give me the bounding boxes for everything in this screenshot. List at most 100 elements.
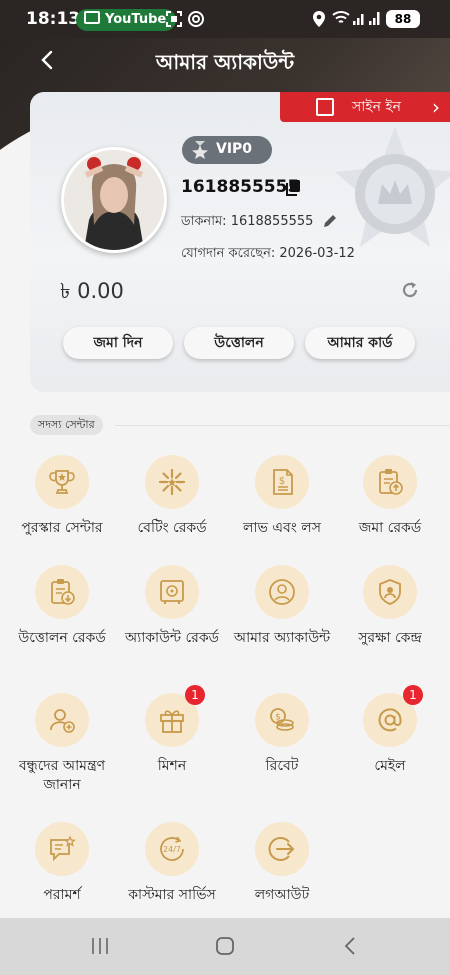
icon-circle	[35, 822, 89, 876]
nickname-label: ডাকনাম: 1618855555	[181, 214, 314, 229]
profile-card: VIP0 1618855555 ডাকনাম: 1618855555 যোগদা…	[30, 92, 450, 392]
page-title: আমার অ্যাকাউন্ট	[155, 50, 295, 74]
menu-label: মিশন	[157, 758, 187, 774]
menu-label: উত্তোলন রেকর্ড	[18, 630, 106, 646]
menu-item-security-center[interactable]: সুরক্ষা কেন্দ্র	[335, 565, 445, 648]
sign-in-button[interactable]: সাইন ইন ›	[280, 92, 450, 122]
clipboard-upload-icon	[379, 469, 403, 495]
menu-item-customer-service[interactable]: 24/7 কাস্টমার সার্ভিস	[117, 822, 227, 905]
recent-apps-icon[interactable]	[91, 937, 109, 955]
icon-circle: 1	[363, 685, 423, 747]
menu-item-betting-record[interactable]: বেটিং রেকর্ড	[117, 455, 227, 538]
icon-circle	[363, 565, 417, 619]
home-icon[interactable]	[215, 936, 235, 956]
menu-label: পুরস্কার সেন্টার	[21, 520, 103, 536]
notification-badge: 1	[185, 685, 205, 705]
icon-circle	[363, 455, 417, 509]
icon-circle	[255, 822, 309, 876]
menu-item-deposit-record[interactable]: জমা রেকর্ড	[335, 455, 445, 538]
menu-label: লগআউট	[254, 887, 310, 903]
icon-circle: 24/7	[145, 822, 199, 876]
menu-label: পরামর্শ	[43, 887, 81, 903]
icon-circle: $	[255, 455, 309, 509]
location-icon	[313, 11, 325, 27]
coins-icon: $	[270, 708, 294, 731]
vip-medal-small-icon	[192, 141, 208, 159]
menu-label: বেটিং রেকর্ড	[137, 520, 207, 536]
document-dollar-icon: $	[273, 469, 293, 495]
shield-user-icon	[379, 579, 401, 605]
menu-item-invite-friends[interactable]: বন্ধুদের আমন্ত্রণ জানান	[7, 693, 117, 795]
wifi-icon	[332, 11, 350, 23]
status-bar: 18:13 YouTube 88	[0, 0, 450, 38]
avatar-photo	[64, 150, 164, 250]
user-id: 1618855555	[181, 177, 300, 197]
menu-label: সুরক্ষা কেন্দ্র	[358, 630, 422, 646]
nfc-icon	[188, 11, 204, 27]
menu-item-mail[interactable]: 1 মেইল	[335, 685, 445, 776]
screen-share-pill[interactable]: YouTube	[76, 9, 177, 31]
add-user-icon	[50, 709, 75, 733]
back-nav-icon[interactable]	[343, 936, 357, 956]
chevron-right-icon: ›	[432, 95, 440, 119]
joined-date: যোগদান করেছেন: 2026-03-12	[181, 246, 355, 261]
deposit-button[interactable]: জমা দিন	[63, 327, 173, 359]
menu-label: মেইল	[374, 758, 406, 774]
icon-circle	[145, 565, 199, 619]
gift-icon	[160, 710, 184, 733]
safe-icon	[160, 580, 184, 604]
menu-item-withdraw-record[interactable]: উত্তোলন রেকর্ড	[7, 565, 117, 648]
notification-badge: 1	[403, 685, 423, 705]
section-divider	[115, 425, 450, 426]
icon-circle	[35, 455, 89, 509]
menu-label: আমার অ্যাকাউন্ট	[233, 630, 331, 646]
menu-label: বন্ধুদের আমন্ত্রণ জানান	[18, 758, 106, 793]
menu-label: লাভ এবং লস	[243, 520, 321, 536]
icon-circle	[145, 455, 199, 509]
menu-item-my-account[interactable]: আমার অ্যাকাউন্ট	[227, 565, 337, 648]
sign-in-label: সাইন ইন	[352, 99, 402, 115]
menu-item-mission[interactable]: 1 মিশন	[117, 685, 227, 776]
menu-label: অ্যাকাউন্ট রেকর্ড	[125, 630, 219, 646]
user-icon	[269, 579, 295, 605]
refresh-icon[interactable]	[400, 280, 420, 300]
screenshot-icon	[166, 11, 182, 27]
avatar[interactable]	[61, 147, 167, 253]
menu-item-reward-center[interactable]: পুরস্কার সেন্টার	[7, 455, 117, 538]
icon-circle: $	[255, 693, 309, 747]
svg-text:$: $	[279, 476, 285, 487]
clipboard-download-icon	[51, 579, 75, 605]
my-card-button[interactable]: আমার কার্ড	[305, 327, 415, 359]
edit-pencil-icon[interactable]	[322, 213, 338, 229]
menu-label: রিবেট	[265, 758, 299, 774]
feedback-icon	[50, 835, 77, 862]
battery-indicator: 88	[386, 10, 420, 28]
icon-circle: 1	[145, 685, 205, 747]
menu-item-feedback[interactable]: পরামর্শ	[7, 822, 117, 905]
svg-text:24/7: 24/7	[163, 845, 181, 854]
menu-item-account-record[interactable]: অ্যাকাউন্ট রেকর্ড	[117, 565, 227, 648]
support-24-7-icon: 24/7	[160, 836, 184, 861]
vip-level: VIP0	[216, 141, 253, 157]
star-burst-icon	[158, 468, 186, 496]
menu-item-logout[interactable]: লগআউট	[227, 822, 337, 905]
svg-text:$: $	[275, 713, 281, 723]
status-time: 18:13	[26, 9, 81, 29]
notification-app-label: YouTube	[105, 12, 167, 27]
system-nav-bar	[0, 918, 450, 975]
menu-item-profit-loss[interactable]: $ লাভ এবং লস	[227, 455, 337, 538]
withdraw-button[interactable]: উত্তোলন	[184, 327, 294, 359]
menu-item-rebate[interactable]: $ রিবেট	[227, 693, 337, 776]
icon-circle	[255, 565, 309, 619]
screen-cast-icon	[84, 11, 100, 24]
checkbox-icon	[316, 98, 334, 116]
vip-badge: VIP0	[182, 136, 272, 164]
icon-circle	[35, 565, 89, 619]
menu-label: কাস্টমার সার্ভিস	[128, 887, 216, 903]
signal-icon-2	[369, 12, 380, 25]
menu-label: জমা রেকর্ড	[358, 520, 422, 536]
battery-level: 88	[394, 12, 412, 26]
icon-circle	[35, 693, 89, 747]
copy-icon[interactable]	[286, 180, 300, 196]
signal-icon	[353, 14, 364, 25]
